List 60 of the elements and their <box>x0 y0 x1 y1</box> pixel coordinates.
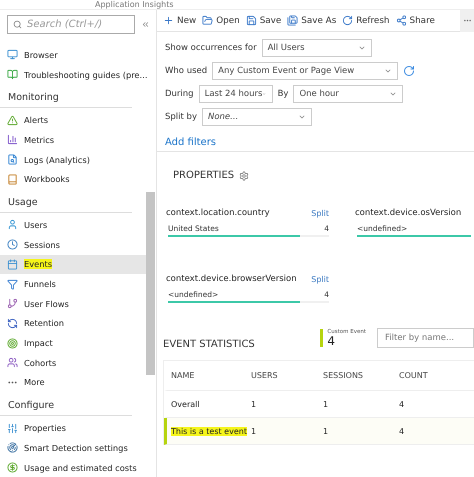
field-label: By <box>278 89 288 99</box>
field-label: Who used <box>165 66 208 76</box>
field-label: Split by <box>165 112 197 122</box>
table-cell: 4 <box>399 426 404 436</box>
toolbar-button[interactable]: Refresh <box>342 15 390 26</box>
sidebar-item[interactable]: Cohorts <box>0 352 146 373</box>
sidebar-item[interactable]: Users <box>0 215 146 235</box>
table-cell: 1 <box>323 426 328 436</box>
sidebar-item[interactable]: Events <box>0 254 146 274</box>
table-cell: 1 <box>323 400 328 408</box>
column-header: NAME <box>171 371 196 380</box>
sidebar-item[interactable]: Usage and estimated costs <box>0 458 146 477</box>
section-heading: Configure <box>0 392 132 416</box>
toolbar-button[interactable]: Share <box>396 15 435 26</box>
filter-field[interactable]: Filter by name... <box>377 328 474 348</box>
field-label: Show occurrences for <box>165 43 257 53</box>
sidebar-item[interactable]: Retention <box>0 314 146 334</box>
field-label: During <box>165 89 194 99</box>
section-title: PROPERTIES <box>173 170 234 181</box>
interval-dropdown[interactable]: One hour <box>293 85 404 103</box>
sidebar-item[interactable]: Smart Detection settings <box>0 438 146 458</box>
property-title: context.location.country <box>166 208 270 218</box>
users-dropdown[interactable]: All Users <box>262 39 372 57</box>
add-filters-link[interactable]: Add filters <box>165 137 216 148</box>
split-dropdown[interactable]: None... <box>202 108 312 126</box>
column-header: SESSIONS <box>323 371 364 380</box>
sidebar-item[interactable]: Sessions <box>0 234 146 254</box>
table-row[interactable]: This is a test event 1 1 4 <box>164 418 474 445</box>
sidebar-item[interactable]: Troubleshooting guides (pre... <box>0 64 146 84</box>
property-title: context.device.osVersion <box>355 208 462 218</box>
column-header: USERS <box>251 371 279 380</box>
table-cell: 1 <box>251 426 256 436</box>
table-cell: This is a test event <box>171 426 247 436</box>
toolbar-button[interactable]: Open <box>202 15 240 26</box>
sidebar-item[interactable]: More <box>0 372 146 392</box>
sidebar-item[interactable]: Funnels <box>0 274 146 294</box>
table-cell: 4 <box>399 400 404 408</box>
section-heading: Monitoring <box>0 84 132 108</box>
app-title: Application Insights <box>95 0 174 9</box>
sidebar-item[interactable]: User Flows <box>0 294 146 314</box>
property-title: context.device.browserVersion <box>166 274 297 284</box>
sidebar-item[interactable]: Impact <box>0 333 146 353</box>
sidebar-item[interactable]: Alerts <box>0 110 146 130</box>
column-header: COUNT <box>399 371 429 380</box>
sidebar-item[interactable]: Properties <box>0 418 146 438</box>
split-link[interactable]: Split <box>311 275 329 284</box>
sidebar-item[interactable]: Logs (Analytics) <box>0 150 146 170</box>
section-title: EVENT STATISTICS <box>163 339 255 350</box>
sidebar-item[interactable]: Browser <box>0 45 146 65</box>
sidebar-item[interactable]: Workbooks <box>0 169 146 190</box>
table-cell: 1 <box>251 400 256 408</box>
section-heading: Usage <box>0 189 132 214</box>
split-link[interactable]: Split <box>311 209 329 218</box>
toolbar-button[interactable]: Save <box>246 15 282 26</box>
toolbar-button[interactable]: Save As <box>287 15 336 26</box>
toolbar-button[interactable]: New <box>163 15 196 26</box>
table-cell: Overall <box>171 400 200 408</box>
time-range-dropdown[interactable]: Last 24 hours <box>198 85 273 103</box>
event-dropdown[interactable]: Any Custom Event or Page View <box>212 62 398 80</box>
sidebar-item[interactable]: Metrics <box>0 130 146 150</box>
